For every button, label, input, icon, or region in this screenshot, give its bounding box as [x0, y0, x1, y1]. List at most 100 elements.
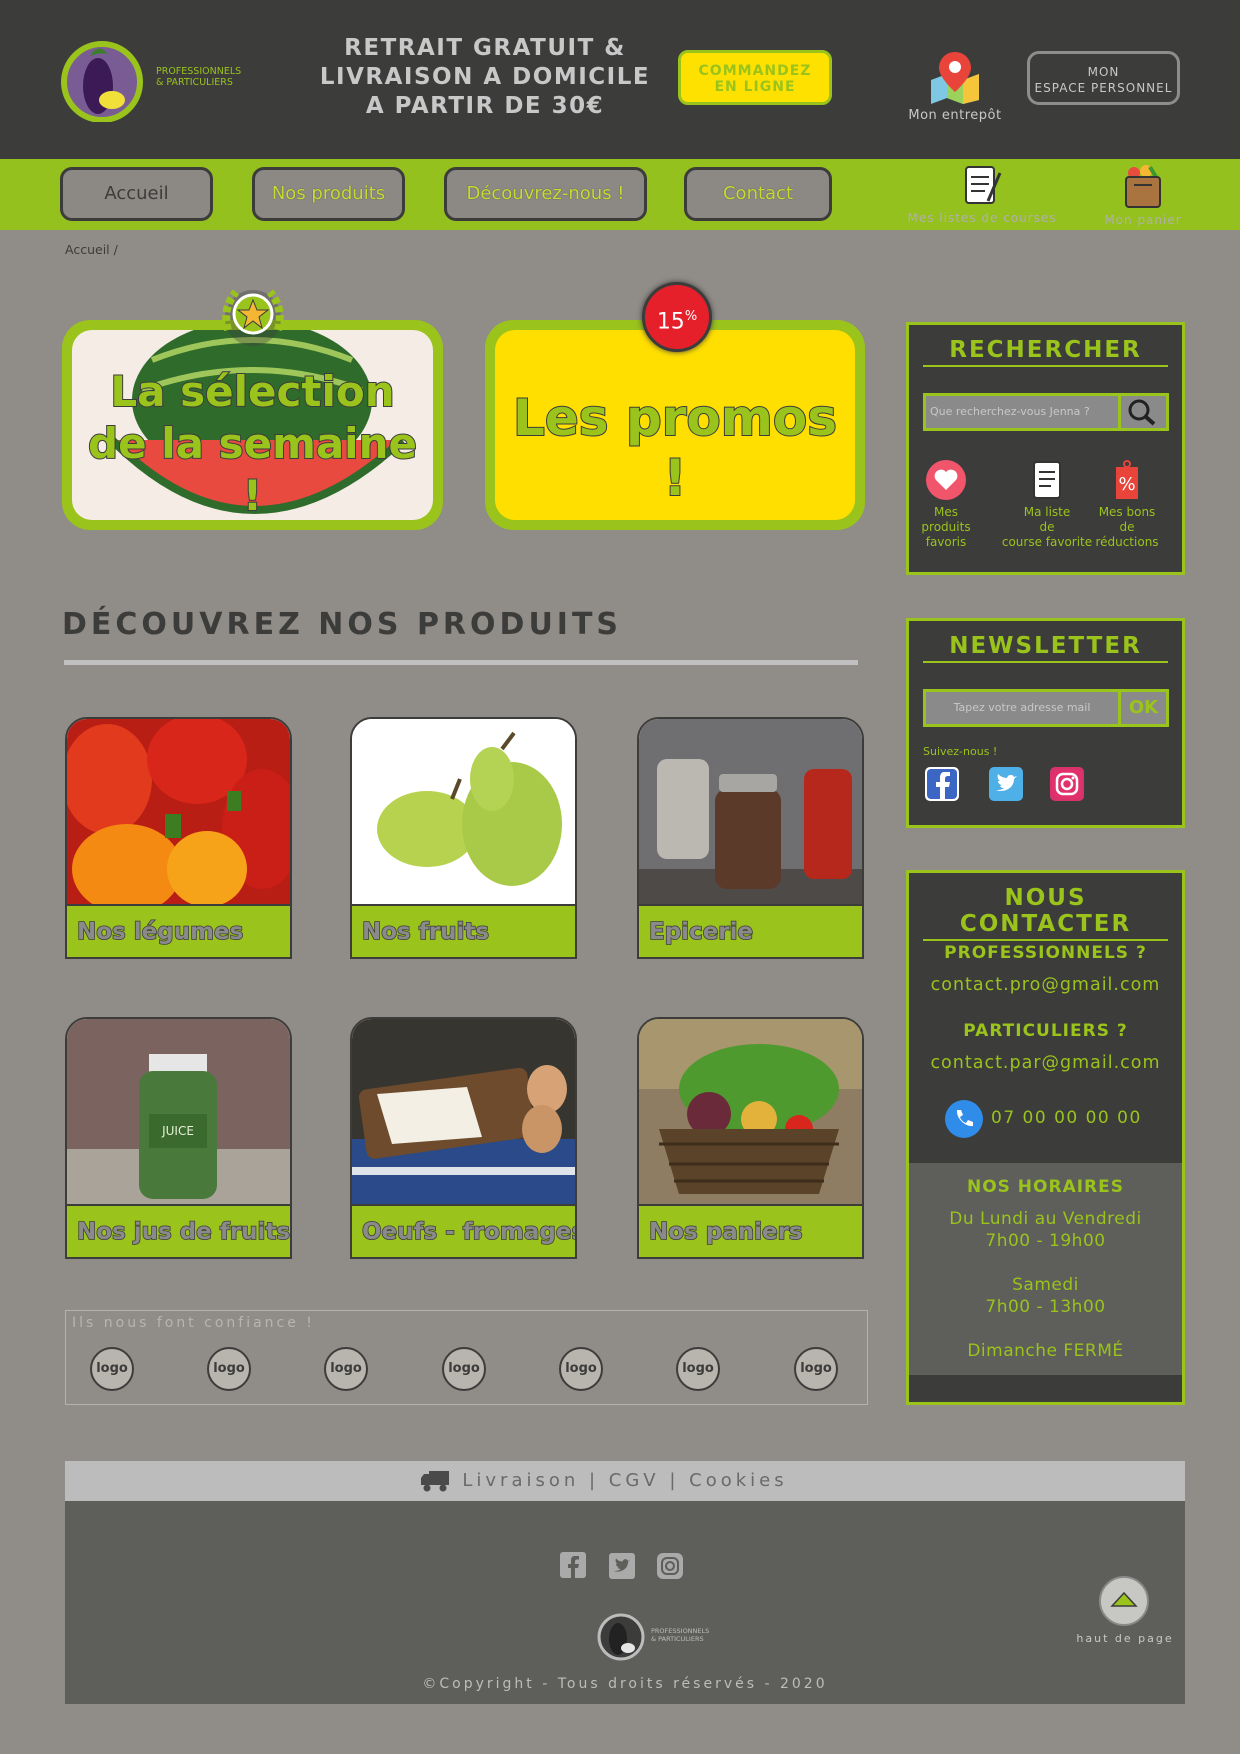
partner-logo[interactable]: logo — [207, 1347, 251, 1391]
back-to-top-label: haut de page — [1076, 1632, 1174, 1645]
contact-title: NOUS CONTACTER — [923, 885, 1168, 941]
warehouse-label: Mon entrepôt — [908, 108, 1002, 123]
instagram-icon — [1052, 769, 1082, 799]
tagline-line-2: LIVRAISON A DOMICILE — [319, 64, 651, 90]
logo-line-2: & PARTICULIERS — [156, 77, 233, 88]
laurel-star-icon — [222, 289, 284, 346]
follow-label: Suivez-nous ! — [923, 745, 998, 758]
partner-logo[interactable]: logo — [90, 1347, 134, 1391]
hours-weekdays-time: 7h00 - 19h00 — [985, 1231, 1106, 1251]
product-label-jus: Nos jus de fruits — [67, 1204, 290, 1257]
favorite-products-link[interactable]: Mes produits favoris — [906, 459, 986, 550]
warehouse-link[interactable]: Mon entrepôt — [900, 50, 1010, 130]
eggplant-logo[interactable] — [60, 34, 144, 122]
quick-line: Mes bons — [1098, 505, 1156, 519]
pro-email-link[interactable]: contact.pro@gmail.com — [909, 975, 1182, 995]
juice-bottle-image: JUICE — [67, 1019, 290, 1204]
footer-links[interactable]: Livraison | CGV | Cookies — [65, 1461, 1185, 1501]
nav-item-produits[interactable]: Nos produits — [252, 167, 405, 221]
discount-badge: 15% — [642, 282, 712, 352]
shopping-lists-link[interactable]: Mes listes de courses — [902, 163, 1062, 225]
back-to-top-button[interactable] — [1099, 1576, 1149, 1626]
quick-line: produits — [921, 520, 971, 534]
copyright-text: ©Copyright - Tous droits réservés - 2020 — [422, 1676, 828, 1692]
product-card-legumes[interactable]: Nos légumes — [65, 717, 292, 959]
footer-logo[interactable] — [597, 1613, 645, 1661]
product-card-paniers[interactable]: Nos paniers — [637, 1017, 864, 1259]
breadcrumb[interactable]: Accueil / — [65, 242, 118, 257]
partner-logo[interactable]: logo — [559, 1347, 603, 1391]
weekly-selection-line-2: de la semaine ! — [87, 418, 418, 520]
promotions-title: Les promos ! — [512, 388, 838, 508]
newsletter-submit-button[interactable]: OK — [1121, 689, 1169, 727]
quick-line: favoris — [925, 535, 967, 549]
phone-number[interactable]: 07 00 00 00 00 — [991, 1108, 1142, 1128]
vegetables-image — [67, 719, 290, 904]
nav-item-contact[interactable]: Contact — [684, 167, 832, 221]
logo-line-1: PROFESSIONNELS — [156, 66, 242, 77]
quick-line: de — [1119, 520, 1135, 534]
instagram-link[interactable] — [1050, 767, 1084, 801]
instagram-icon[interactable] — [657, 1553, 683, 1579]
tagline-line-1: RETRAIT GRATUIT & — [344, 35, 626, 61]
notepad-icon — [965, 166, 1002, 204]
facebook-link[interactable] — [925, 767, 959, 801]
discount-tag-icon: % — [1116, 460, 1138, 499]
percent-glyph: % — [1118, 474, 1135, 495]
product-card-epicerie[interactable]: Epicerie — [637, 717, 864, 959]
search-title: RECHERCHER — [923, 337, 1168, 367]
order-online-button[interactable]: COMMANDEZ EN LIGNE — [678, 50, 832, 105]
cart-link[interactable]: Mon panier — [1098, 163, 1188, 227]
partner-logo[interactable]: logo — [676, 1347, 720, 1391]
discount-value: 15 — [656, 309, 685, 335]
products-section-title: DÉCOUVREZ NOS PRODUITS — [62, 607, 623, 642]
logo-subtitle: PROFESSIONNELS & PARTICULIERS — [156, 66, 266, 88]
eggs-cheese-image — [352, 1019, 575, 1204]
weekly-selection-title: La sélection de la semaine ! — [72, 366, 433, 520]
nav-item-decouvrez[interactable]: Découvrez-nous ! — [444, 167, 647, 221]
discount-percent: % — [684, 309, 698, 324]
discount-coupons-link[interactable]: % Mes bons de réductions — [1073, 459, 1181, 550]
facebook-icon — [927, 769, 957, 799]
search-panel: RECHERCHER Que recherchez-vous Jenna ? M… — [906, 322, 1185, 575]
partner-logo[interactable]: logo — [442, 1347, 486, 1391]
phone-handset-glyph — [956, 1110, 973, 1127]
weekly-selection-banner[interactable]: La sélection de la semaine ! — [62, 289, 443, 530]
hours-sunday: Dimanche FERMÉ — [967, 1341, 1124, 1361]
promotions-banner[interactable]: Les promos ! 15% — [485, 282, 865, 530]
search-icon — [1128, 399, 1156, 426]
search-input[interactable]: Que recherchez-vous Jenna ? — [923, 393, 1121, 431]
map-pin-icon — [931, 52, 979, 104]
twitter-icon — [996, 774, 1017, 791]
quick-line: Mes — [934, 505, 958, 519]
twitter-link[interactable] — [989, 767, 1023, 801]
newsletter-email-input[interactable]: Tapez votre adresse mail — [923, 689, 1121, 727]
nav-item-accueil[interactable]: Accueil — [60, 167, 213, 221]
partner-logo[interactable]: logo — [794, 1347, 838, 1391]
section-divider — [64, 660, 858, 665]
pro-label: PROFESSIONNELS ? — [944, 943, 1147, 963]
product-label-paniers: Nos paniers — [639, 1204, 862, 1257]
checklist-icon — [1033, 461, 1061, 499]
quick-line: réductions — [1095, 535, 1159, 549]
shopping-lists-label: Mes listes de courses — [907, 211, 1057, 225]
juice-bottle-label: JUICE — [161, 1124, 194, 1138]
tagline-line-3: A PARTIR DE 30€ — [365, 93, 605, 119]
site-footer: PROFESSIONNELS & PARTICULIERS — [65, 1501, 1185, 1704]
product-card-oeufs[interactable]: Oeufs - fromages — [350, 1017, 577, 1259]
order-line-1: COMMANDEZ — [698, 63, 812, 79]
twitter-icon[interactable] — [609, 1553, 635, 1579]
partner-logo[interactable]: logo — [324, 1347, 368, 1391]
search-button[interactable] — [1121, 393, 1169, 431]
partners-title: Ils nous font confiance ! — [72, 1315, 315, 1331]
facebook-icon[interactable] — [560, 1552, 586, 1578]
product-card-fruits[interactable]: Nos fruits — [350, 717, 577, 959]
personal-space-button[interactable]: MON ESPACE PERSONNEL — [1027, 51, 1180, 105]
order-line-2: EN LIGNE — [714, 79, 796, 95]
partners-section: Ils nous font confiance ! logo logo logo… — [65, 1310, 868, 1405]
heart-icon — [926, 460, 966, 500]
product-card-jus[interactable]: JUICE Nos jus de fruits — [65, 1017, 292, 1259]
spices-image — [639, 719, 862, 904]
part-email-link[interactable]: contact.par@gmail.com — [909, 1053, 1182, 1073]
promotions-panel: Les promos ! — [495, 330, 855, 520]
